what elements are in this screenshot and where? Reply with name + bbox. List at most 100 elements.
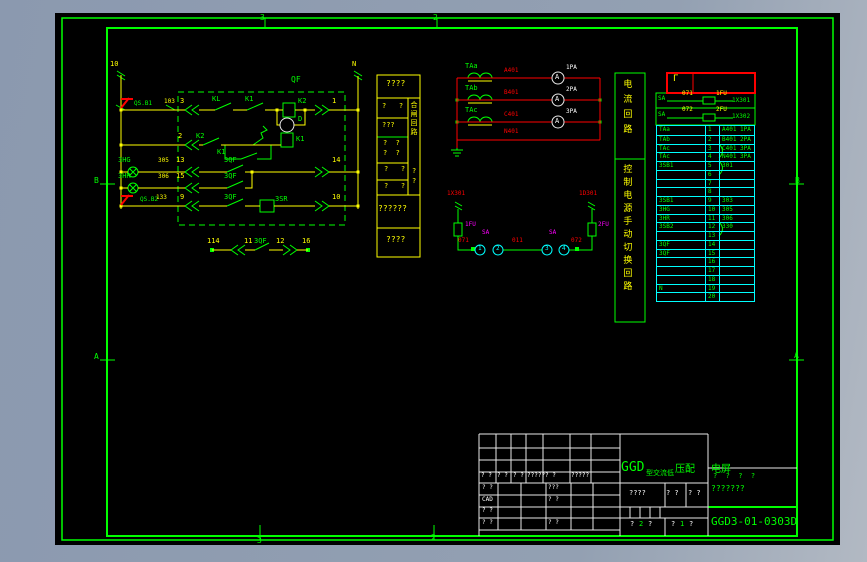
ct-coils (467, 72, 493, 123)
terminal-cell (657, 188, 706, 196)
circuit-name-panel: 电流回路 (621, 79, 632, 139)
lamp-label: 3HR (118, 172, 131, 180)
sa-fuse2-symbol (702, 113, 716, 122)
terminal-cell: 301 (722, 162, 733, 169)
terminal-label: 11 (244, 237, 253, 245)
sa-fuse1-symbol (702, 96, 716, 105)
terminal-cell (657, 232, 706, 240)
titleblock-cell: ????? (571, 472, 590, 479)
product-title: 压配 (675, 464, 695, 475)
terminal-cell: 3SB2 (657, 223, 706, 231)
contact-label: 3QF (224, 193, 237, 201)
terminal-row: 3SB2 12 330 (657, 222, 754, 231)
terminal-label: 114 (207, 237, 220, 245)
ammeter-label: 1PA (566, 64, 577, 71)
titleblock-cell: ??? (548, 484, 559, 491)
row-label: B (94, 176, 99, 185)
titleblock-cell: ????? (527, 472, 546, 479)
terminal-cell: 13 (706, 232, 720, 240)
sheet-count: 2 (639, 520, 644, 528)
terminal-cell: 16 (706, 258, 720, 266)
terminal-label: 12 (276, 237, 285, 245)
terminal-cell: C401 3PA (722, 144, 751, 152)
ammeter-symbol: A (555, 73, 560, 81)
titleblock-cell: ? ? (497, 472, 508, 479)
mid-table-side-label: ?? (410, 167, 419, 187)
device-label: QS.B1 (134, 100, 153, 107)
terminal-row: 3SB1 5 301 (657, 161, 754, 170)
k1-coil (280, 132, 294, 148)
terminal-cell (720, 171, 754, 179)
terminal-cell: 10 (706, 205, 720, 214)
terminal-ref-label: 1X301 (447, 190, 466, 197)
mid-table-cell: ? ? (383, 139, 400, 147)
terminal-row: TAc 3 C401 3PA (657, 143, 754, 153)
wire-label: 103 (164, 98, 175, 105)
terminal-cell (657, 179, 706, 188)
terminal-cell: N401 3PA (722, 153, 751, 161)
terminal-label: 16 (302, 237, 311, 245)
mid-table-side-label: 合闸回路 (410, 101, 419, 137)
zone-label: 3 (257, 536, 262, 545)
mid-table-title: ???? (386, 79, 406, 88)
wire-label: C401 (504, 111, 519, 118)
contact-label: KL (212, 95, 221, 103)
titleblock-cell: ???? (629, 489, 646, 497)
terminal-cell: 14 (706, 240, 720, 249)
terminal-cell (720, 250, 754, 258)
contact-label: K2 (196, 132, 205, 140)
pin-number: 4 (562, 245, 566, 252)
contact-label: K1 (245, 95, 254, 103)
terminal-cell: 12 (706, 223, 720, 231)
fuse-label: 1FU (465, 221, 476, 228)
terminal-cell (657, 293, 706, 301)
drawing-number: GGD3-01-0303D (711, 515, 798, 528)
cad-viewport: 3 2 3 2 B A B A 10 N QF QS.B1 103 3 KL K… (0, 0, 867, 562)
sheet-count: ? (648, 520, 653, 528)
d-indicator-circle (279, 117, 295, 133)
terminal-cell (657, 258, 706, 266)
terminal-cell: 11 (706, 214, 720, 223)
ammeter-symbol: A (555, 117, 560, 125)
mid-table-cell: ? ? (384, 165, 406, 173)
sa-dest: 1X302 (732, 113, 751, 120)
sa-fuse: 1FU (716, 90, 727, 97)
titleblock-cell: ? ? (548, 496, 559, 503)
terminal-row: 20 (657, 292, 754, 301)
rtable-header-char: Γ (673, 74, 679, 84)
coil-label: K2 (298, 97, 307, 105)
sa-name: SA (658, 111, 666, 118)
sheet-number: 1 (680, 520, 685, 528)
titleblock-cell: ? ? (688, 489, 701, 497)
drawing-canvas[interactable]: 3 2 3 2 B A B A 10 N QF QS.B1 103 3 KL K… (55, 13, 840, 545)
terminal-cell: 3QF (657, 240, 706, 249)
terminal-cell (657, 267, 706, 275)
terminal-cell: 4 (706, 153, 720, 161)
terminal-ref-label: 1D301 (579, 190, 598, 197)
terminal-cell: 3SB1 (657, 197, 706, 205)
titleblock-cell: ? ? (513, 472, 524, 479)
terminal-cell: TAc (657, 144, 706, 153)
lamp-label: 3HG (118, 156, 131, 164)
bus-label: 10 (110, 60, 119, 68)
row-label: A (794, 351, 799, 360)
titleblock-cell: ? ? (481, 472, 492, 479)
sa-wire: 072 (682, 106, 693, 113)
mid-table-cell: ??? (382, 121, 395, 129)
fuse-2fu (587, 222, 597, 237)
fuse-marks (120, 97, 133, 206)
terminal-row: 17 (657, 266, 754, 275)
terminal-row: 3QF 14 (657, 239, 754, 249)
contact-label: 3QF (224, 156, 237, 164)
titleblock-cell: CAD (482, 496, 493, 503)
circuit-name-panel: 控制电源手动切换回路 (621, 164, 632, 294)
terminal-row: 3HR 11 306 (657, 213, 754, 223)
terminal-cell (720, 241, 754, 249)
contact-label: 3QF (224, 172, 237, 180)
ct-label: TAa (465, 62, 478, 70)
terminal-label: 3 (180, 97, 185, 105)
pin-number: 1 (478, 245, 482, 252)
terminal-row: 13 (657, 231, 754, 240)
terminal-cell: 7 (706, 179, 720, 188)
terminal-cell: 17 (706, 267, 720, 275)
